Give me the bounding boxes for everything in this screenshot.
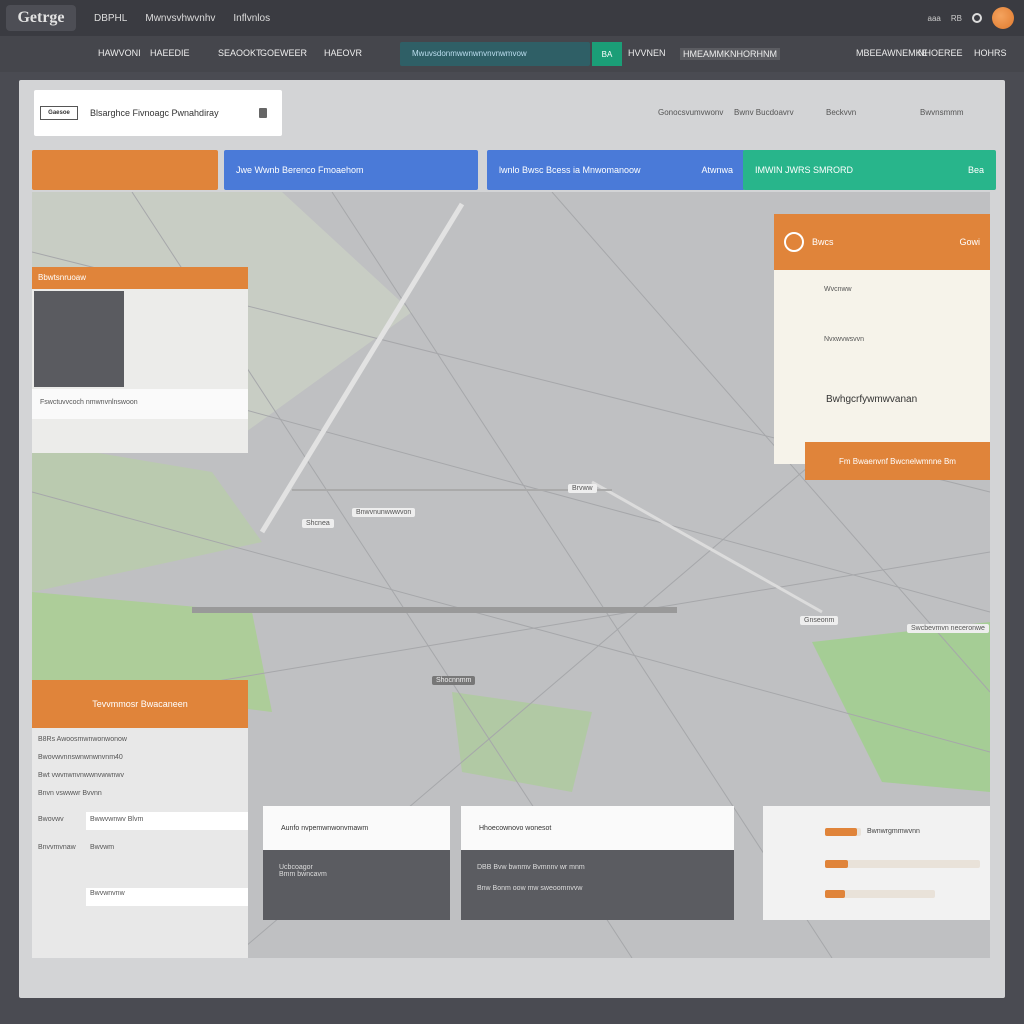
- progress-bar: [825, 828, 861, 836]
- map-label[interactable]: Swcbevmvn neceronwe: [907, 624, 989, 633]
- top-right-item[interactable]: RB: [951, 14, 962, 23]
- secondary-nav: HAWVONI HAEEDIE SEAOOKT GOEWEER HAEOVR M…: [0, 36, 1024, 72]
- panel-line: Bwovwvnnswnwnwnvnm40: [38, 754, 123, 761]
- nav-item[interactable]: HAWVONI: [98, 48, 141, 58]
- tile-blue-1[interactable]: Jwe Wwnb Berenco Fmoaehom: [224, 150, 478, 190]
- tile-label: Jwe Wwnb Berenco Fmoaehom: [236, 165, 364, 175]
- tile-blue-2[interactable]: lwnlo Bwsc Bcess ia Mnwomanoow Atwnwa: [487, 150, 745, 190]
- top-nav-item[interactable]: Inflvnlos: [233, 13, 270, 24]
- nav-item[interactable]: HOHRS: [974, 48, 1007, 58]
- map-label[interactable]: Gnseonm: [800, 616, 839, 625]
- nav-item[interactable]: MBEEAWNEMKE: [856, 48, 928, 58]
- nav-item[interactable]: GOEWEER: [260, 48, 307, 58]
- tile-label: IMWIN JWRS SMRORD: [755, 165, 853, 175]
- app-logo[interactable]: Getrge: [6, 5, 76, 31]
- header-link[interactable]: Bwnv Bucdoavrv: [734, 108, 794, 117]
- cta-button[interactable]: Fm Bwaenvnf Bwcnelwmnne Bm: [805, 442, 990, 480]
- bottom-card[interactable]: Aunfo nvpemwnwonvmawm Ucbcoagor Bmm bwnc…: [263, 806, 450, 920]
- lock-icon[interactable]: [258, 108, 267, 118]
- map-label[interactable]: Shocnnmm: [432, 676, 476, 685]
- info-line: Wvcnww: [824, 286, 852, 293]
- progress-fill: [825, 890, 845, 898]
- bottom-card-text: Bnw Bonm oow mw sweoomnvvw: [477, 885, 583, 892]
- top-nav: DBPHL Mwnvsvhwvnhv Inflvnlos: [94, 13, 270, 24]
- search-input[interactable]: Mwuvsdonmwwnwnvnvnwmvow: [400, 42, 590, 66]
- panel-line: Bwvwm: [90, 844, 115, 851]
- bottom-card-text: Bmm bwncavm: [279, 871, 327, 878]
- bolt-icon: [784, 232, 804, 252]
- info-card-title: Bwcs: [812, 237, 834, 247]
- bottom-card-text: Ucbcoagor: [279, 864, 313, 871]
- gear-icon[interactable]: [972, 13, 982, 23]
- top-bar: Getrge DBPHL Mwnvsvhwvnhv Inflvnlos aaa …: [0, 0, 1024, 36]
- thumbnail-image[interactable]: [34, 291, 124, 387]
- nav-item[interactable]: HMEAMMKNHORHNM: [680, 48, 780, 60]
- avatar[interactable]: [992, 7, 1014, 29]
- info-line: Nvxwvwsvvn: [824, 336, 865, 343]
- progress-title: Bwnwrgmmwvnn: [867, 828, 920, 835]
- info-heading: Bwhgcrfywmwvanan: [826, 394, 918, 405]
- lower-left-panel: Tevvmmosr Bwacaneen B8Rs Awoosmwnwonwono…: [32, 680, 248, 958]
- bottom-card-top: Hhoecownovo wonesot: [461, 806, 734, 850]
- bottom-card-title: Hhoecownovo wonesot: [479, 824, 552, 832]
- bottom-card[interactable]: Hhoecownovo wonesot DBB Bvw bwnmv Bvmnnv…: [461, 806, 734, 920]
- top-right-item[interactable]: aaa: [928, 14, 941, 23]
- nav-item[interactable]: HVVNEN: [628, 48, 666, 58]
- panel-line: B8Rs Awoosmwnwonwonow: [38, 736, 127, 743]
- tile-orange[interactable]: [32, 150, 218, 190]
- panel-line: Bnvvmvnaw: [38, 844, 76, 851]
- header-link[interactable]: Bwvnsmmm: [920, 108, 964, 117]
- cta-label: Fm Bwaenvnf Bwcnelwmnne Bm: [839, 456, 956, 466]
- bottom-card-title: Aunfo nvpemwnwonvmawm: [281, 824, 369, 832]
- bottom-card-top: Aunfo nvpemwnwonvmawm: [263, 806, 450, 850]
- nav-item[interactable]: HAEEDIE: [150, 48, 190, 58]
- panel-line: Bnvn vswwwr Bvvnn: [38, 790, 102, 797]
- info-card-header: Bwcs Gowi: [774, 214, 990, 270]
- tile-right-label: Bea: [967, 165, 984, 175]
- panel-line: Bwt vwvnwnvnwwnvwwnwv: [38, 772, 124, 779]
- tile-green[interactable]: IMWIN JWRS SMRORD Bea: [743, 150, 996, 190]
- top-nav-item[interactable]: Mwnvsvhwvnhv: [145, 13, 215, 24]
- progress-card: Bwnwrgmmwvnn: [763, 806, 990, 920]
- progress-fill: [825, 828, 858, 836]
- map-label[interactable]: Shcnea: [302, 519, 334, 528]
- header-link[interactable]: Beckvvn: [826, 108, 856, 117]
- tile-label: lwnlo Bwsc Bcess ia Mnwomanoow: [499, 165, 641, 175]
- brand-logo[interactable]: Gaesoe: [40, 106, 78, 120]
- progress-fill: [825, 860, 849, 868]
- progress-bar: [825, 860, 980, 868]
- brand-box: Gaesoe Blsarghce Fivnoagc Pwnahdiray: [34, 90, 282, 136]
- left-panel: Bbwtsnruoaw Fswctuvvcoch nmwnvnlnswoon: [32, 267, 248, 453]
- nav-item[interactable]: NHOEREE: [918, 48, 963, 58]
- top-nav-item[interactable]: DBPHL: [94, 13, 127, 24]
- lower-left-header: Tevvmmosr Bwacaneen: [32, 680, 248, 728]
- panel-line: Bwvwnvnw: [90, 890, 125, 897]
- header-link[interactable]: Gonocsvumvwonv: [658, 108, 723, 117]
- panel-line: Bwwvwnwv Blvm: [90, 816, 144, 823]
- top-right: aaa RB: [928, 7, 1014, 29]
- nav-item[interactable]: HAEOVR: [324, 48, 362, 58]
- nav-item[interactable]: SEAOOKT: [218, 48, 262, 58]
- map-label[interactable]: Bnwvnunwwwvon: [352, 508, 416, 517]
- search-button[interactable]: BA: [592, 42, 622, 66]
- info-card-right[interactable]: Gowi: [959, 237, 980, 247]
- bottom-card-text: DBB Bvw bwnmv Bvmnnv wr mnm: [477, 864, 585, 871]
- progress-bar: [825, 890, 935, 898]
- info-card: Bwcs Gowi Wvcnww Nvxwvwsvvn Bwhgcrfywmwv…: [774, 214, 990, 480]
- brand-title: Blsarghce Fivnoagc Pwnahdiray: [90, 108, 219, 118]
- panel-line: Bwovwv: [38, 816, 64, 823]
- map-label[interactable]: Brvww: [568, 484, 597, 493]
- left-panel-header: Bbwtsnruoaw: [32, 267, 248, 289]
- tile-right-label: Atwnwa: [701, 165, 733, 175]
- left-panel-row[interactable]: Fswctuvvcoch nmwnvnlnswoon: [32, 389, 248, 419]
